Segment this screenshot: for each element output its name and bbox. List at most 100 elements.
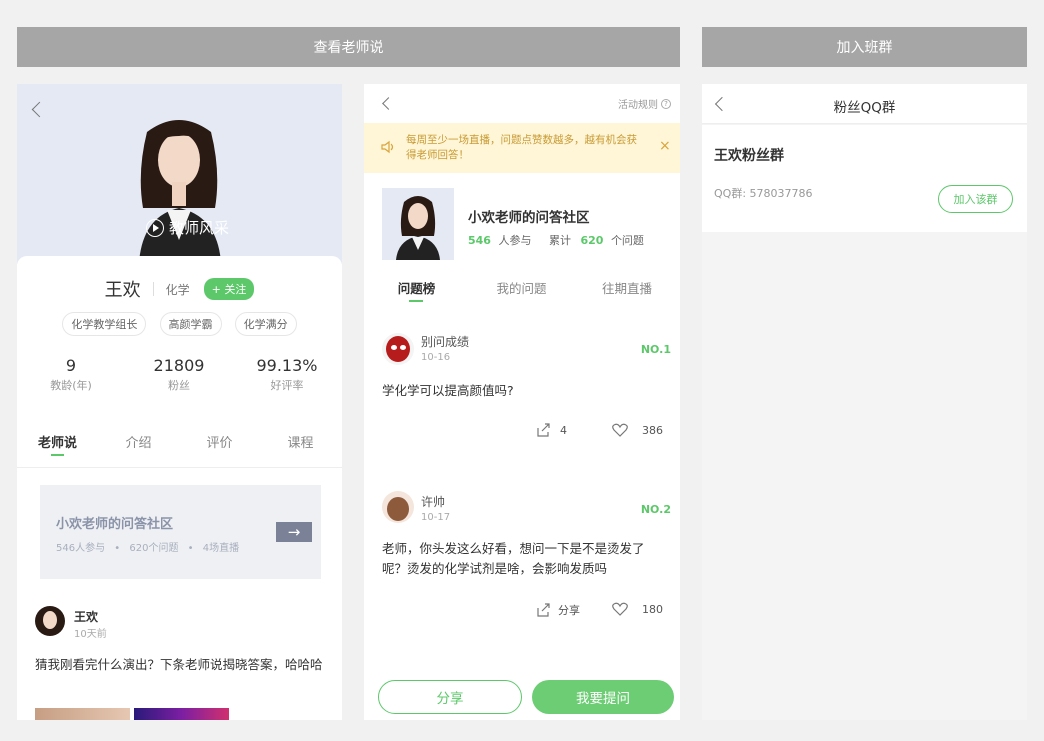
question-date: 10-16 — [421, 352, 451, 363]
stats-row: 9 教龄(年) 21809 粉丝 99.13% 好评率 — [17, 356, 342, 393]
avatar — [382, 333, 414, 365]
help-icon: ? — [661, 98, 671, 109]
stat-label: 好评率 — [270, 379, 304, 392]
meta-lives: 4场直播 — [202, 543, 240, 554]
tab-label: 课程 — [287, 436, 314, 451]
participants-count: 546 — [468, 234, 491, 247]
banner-label: 查看老师说 — [313, 40, 384, 56]
meta-participants: 546人参与 — [56, 543, 106, 554]
post-author: 王欢 — [74, 610, 99, 624]
stat-fans: 21809 粉丝 — [125, 356, 233, 393]
question-text: 老师，你头发这么好看，想问一下是不是烫发了呢？烫发的化学试剂是啥，会影响发质吗 — [382, 541, 645, 576]
rules-link[interactable]: 活动规则 ? — [618, 96, 671, 111]
tab-label: 老师说 — [37, 436, 77, 451]
tab-reviews[interactable]: 评价 — [179, 432, 260, 467]
tab-teacher-says[interactable]: 老师说 — [17, 432, 98, 467]
video-label: 教师风采 — [169, 219, 230, 237]
post-image[interactable] — [134, 708, 229, 720]
notice-text: 每周至少一场直播，问题点赞数越多，越有机会获得老师回答！ — [406, 134, 637, 161]
tag: 高颜学霸 — [159, 312, 222, 336]
tab-label: 问题榜 — [397, 281, 436, 296]
banner-label: 加入班群 — [836, 40, 893, 56]
tab-past-lives[interactable]: 往期直播 — [574, 278, 680, 310]
question-item[interactable]: 许帅 10-17 NO.2 老师，你头发这么好看，想问一下是不是烫发了呢？烫发的… — [364, 479, 680, 629]
participants-label: 人参与 — [498, 234, 532, 247]
question-item[interactable]: 别问成绩 10-16 NO.1 学化学可以提高颜值吗? 4 386 — [364, 319, 680, 469]
tab-intro[interactable]: 介绍 — [98, 432, 179, 467]
stat-label: 教龄(年) — [50, 379, 92, 392]
tab-label: 往期直播 — [601, 281, 652, 296]
community-meta: 546人参与 • 620个问题 • 4场直播 — [56, 543, 240, 554]
share-action[interactable]: 分享 — [536, 602, 580, 618]
share-button[interactable]: 分享 — [378, 680, 522, 714]
teacher-subject: 化学 — [165, 282, 190, 297]
qa-tabs: 问题榜 我的问题 往期直播 — [364, 278, 680, 310]
tag-row: 化学教学组长 高颜学霸 化学满分 — [17, 312, 342, 336]
video-intro-button[interactable]: 教师风采 — [146, 217, 229, 238]
arrow-right-icon[interactable]: → — [276, 522, 312, 542]
ask-button-label: 我要提问 — [576, 691, 630, 707]
community-title: 小欢老师的问答社区 — [56, 517, 174, 532]
heart-icon — [612, 602, 628, 616]
profile-card: 王欢 化学 + 关注 化学教学组长 高颜学霸 化学满分 9 教龄(年) 2180… — [17, 256, 342, 720]
tab-question-rank[interactable]: 问题榜 — [364, 278, 469, 310]
question-user: 别问成绩 — [421, 335, 470, 349]
heart-icon — [612, 423, 628, 437]
like-action[interactable]: 180 — [612, 602, 663, 616]
join-label: 加入该群 — [953, 193, 998, 206]
like-count: 180 — [642, 602, 663, 616]
page-title: 粉丝QQ群 — [833, 100, 896, 116]
avatar — [35, 606, 65, 636]
avatar — [382, 491, 414, 523]
tab-label: 评价 — [206, 436, 233, 451]
profile-tabs: 老师说 介绍 评价 课程 — [17, 432, 342, 468]
rank-badge: NO.2 — [640, 503, 671, 516]
join-group-button[interactable]: 加入该群 — [938, 185, 1013, 213]
back-icon[interactable] — [31, 101, 48, 118]
rank-badge: NO.1 — [640, 343, 671, 356]
tab-courses[interactable]: 课程 — [260, 432, 341, 467]
banner-join-group: 加入班群 — [702, 27, 1027, 67]
banner-view-teacher: 查看老师说 — [17, 27, 680, 67]
bottom-bar: 分享 我要提问 — [364, 668, 680, 720]
post-image[interactable] — [35, 708, 130, 720]
tag: 化学教学组长 — [62, 312, 147, 336]
group-name: 王欢粉丝群 — [714, 148, 784, 164]
teacher-name: 王欢 — [104, 280, 141, 301]
stat-rating: 99.13% 好评率 — [233, 356, 341, 393]
follow-button[interactable]: + 关注 — [203, 278, 255, 300]
share-label: 分享 — [558, 604, 580, 617]
back-icon[interactable] — [382, 97, 395, 110]
question-user: 许帅 — [421, 495, 446, 509]
post-text: 猜我刚看完什么演出？下条老师说揭晓答案，哈哈哈 — [35, 657, 323, 672]
qa-community-panel: 活动规则 ? 每周至少一场直播，问题点赞数越多，越有机会获得老师回答！ × 小欢… — [364, 84, 680, 720]
nav-bar: 粉丝QQ群 — [702, 84, 1027, 124]
play-icon — [146, 218, 164, 237]
share-icon — [537, 423, 550, 437]
community-card[interactable]: 小欢老师的问答社区 546人参与 • 620个问题 • 4场直播 → — [40, 485, 321, 579]
tab-label: 介绍 — [125, 436, 152, 451]
stat-label: 粉丝 — [168, 379, 190, 392]
tab-my-questions[interactable]: 我的问题 — [469, 278, 574, 310]
share-icon — [537, 603, 550, 617]
community-stats: 546 人参与 累计 620 个问题 — [468, 232, 644, 248]
stat-value: 21809 — [153, 356, 205, 375]
share-action[interactable]: 4 — [536, 423, 567, 437]
tab-label: 我的问题 — [496, 281, 547, 296]
ask-question-button[interactable]: 我要提问 — [532, 680, 674, 714]
name-row: 王欢 化学 + 关注 — [17, 276, 342, 302]
stat-years: 9 教龄(年) — [17, 356, 125, 393]
qq-group-panel: 粉丝QQ群 王欢粉丝群 QQ群: 578037786 加入该群 — [702, 84, 1027, 720]
like-count: 386 — [642, 423, 663, 437]
total-label: 累计 — [548, 234, 571, 247]
question-date: 10-17 — [421, 512, 451, 523]
speaker-icon — [381, 140, 394, 154]
teacher-profile-panel: 教师风采 王欢 化学 + 关注 化学教学组长 高颜学霸 化学满分 9 教龄(年)… — [17, 84, 342, 720]
notice-bar: 每周至少一场直播，问题点赞数越多，越有机会获得老师回答！ × — [364, 123, 680, 173]
share-count: 4 — [560, 423, 567, 437]
like-action[interactable]: 386 — [612, 423, 663, 437]
questions-count: 620 — [580, 234, 604, 247]
close-icon[interactable]: × — [659, 138, 671, 154]
stat-value: 99.13% — [256, 356, 318, 375]
stat-value: 9 — [65, 356, 77, 375]
